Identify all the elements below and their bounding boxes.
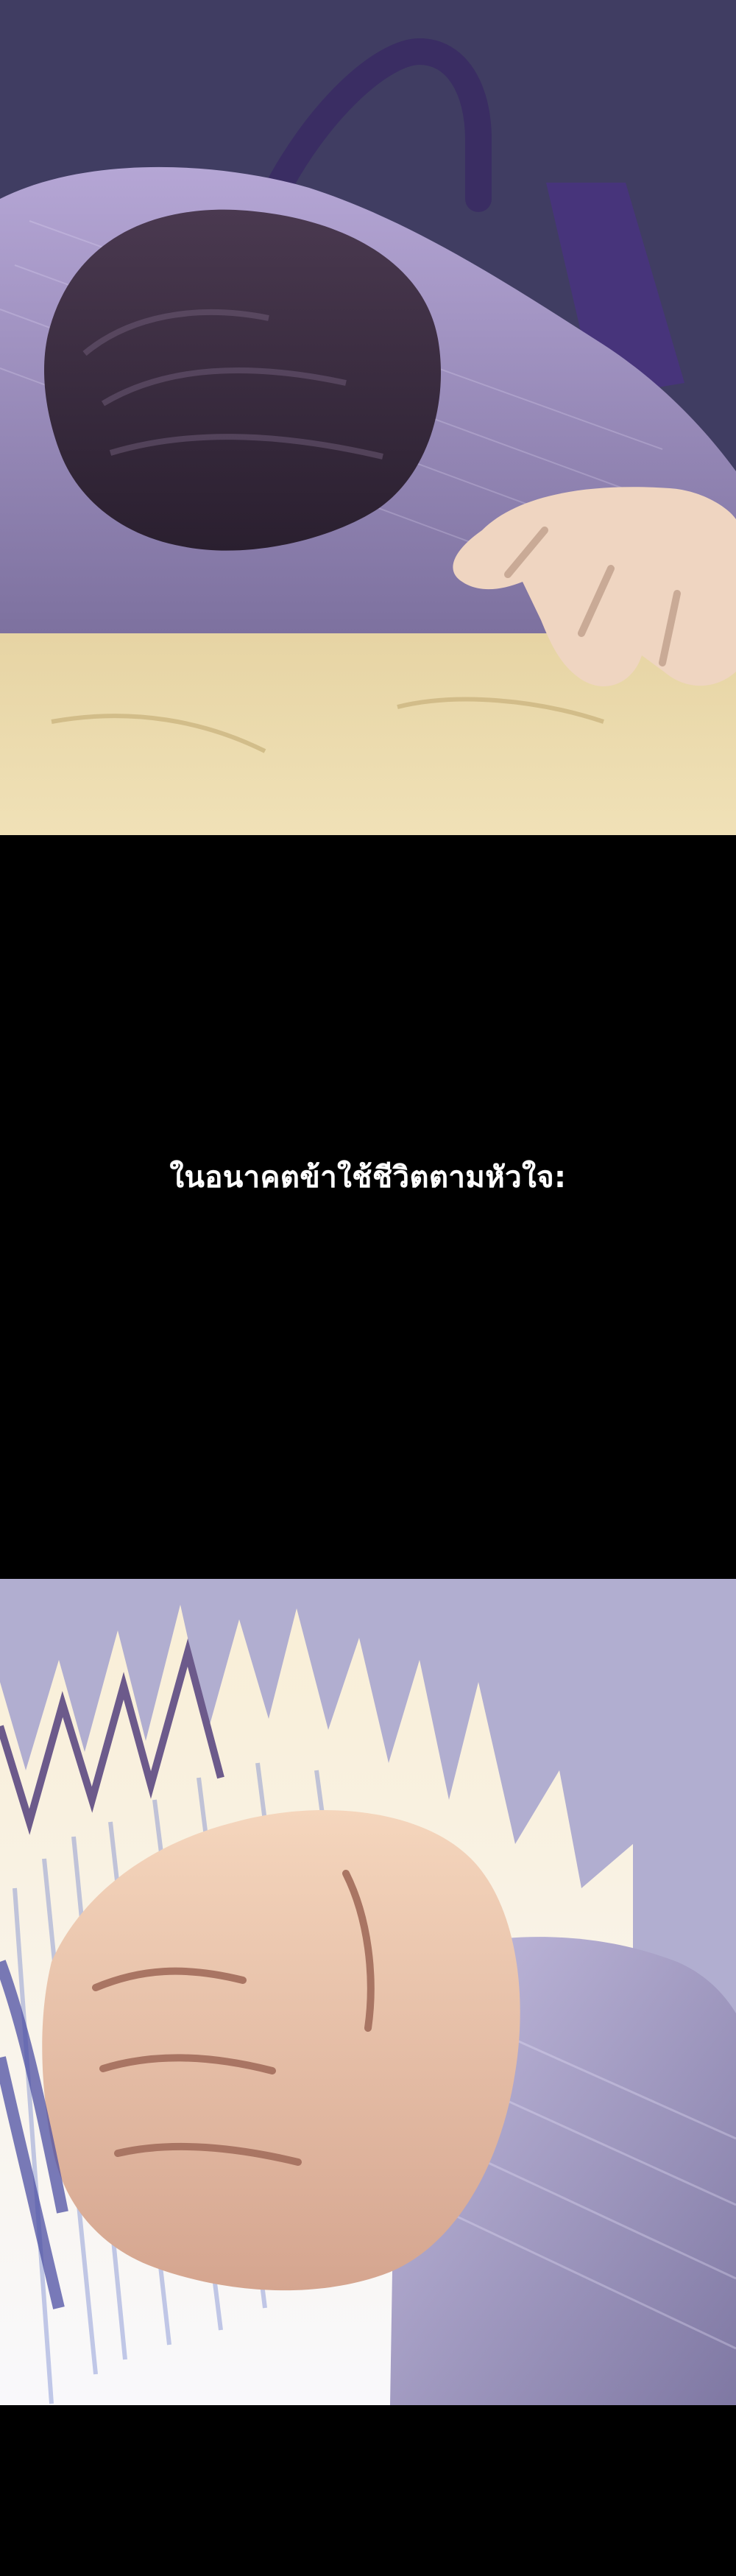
comic-panel-bottom [0, 1579, 736, 2405]
comic-page: ในอนาคตข้าใช้ชีวิตตามหัวใจ: [0, 0, 736, 2576]
top-panel-illustration [0, 0, 736, 835]
caption-text: ในอนาคตข้าใช้ชีวิตตามหัวใจ: [169, 1161, 567, 1194]
bottom-panel-illustration [0, 1579, 736, 2405]
fist-shape [42, 1810, 520, 2291]
head-hair-shape [44, 209, 442, 551]
comic-panel-bottom-black [0, 2405, 736, 2576]
comic-panel-black [0, 835, 736, 1579]
comic-panel-top [0, 0, 736, 835]
